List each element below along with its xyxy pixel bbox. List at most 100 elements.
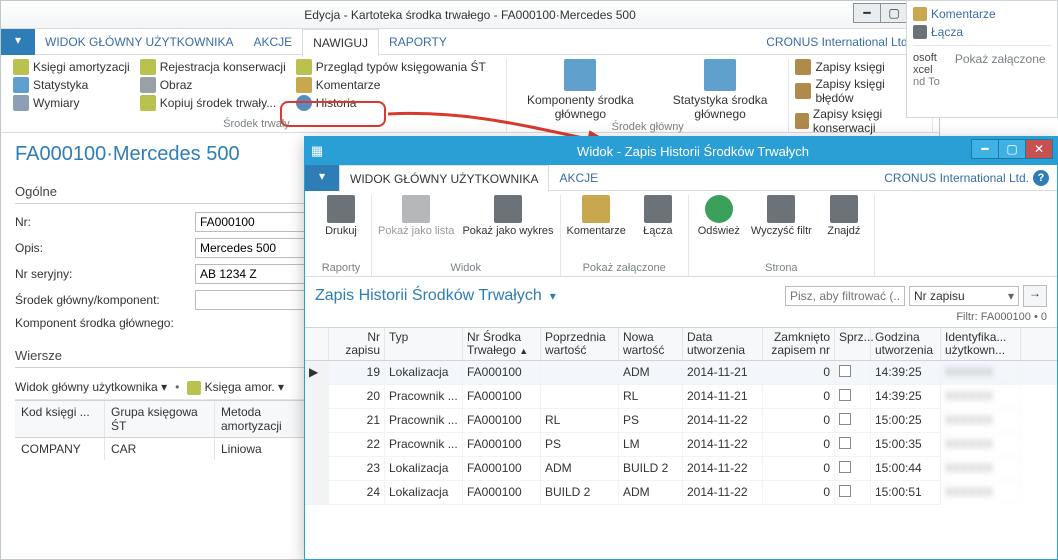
close-button[interactable]: ✕ [1025, 139, 1053, 159]
refresh-button[interactable]: Odśwież [695, 195, 743, 237]
history-window: ▦ Widok - Zapis Historii Środków Trwałyc… [304, 136, 1058, 560]
history-grid-row[interactable]: 21Pracownik ...FA000100RLPS2014-11-22015… [305, 409, 1057, 433]
history-grid-row[interactable]: 20Pracownik ...FA000100RL2014-11-21014:3… [305, 385, 1057, 409]
label: Łącza [643, 225, 672, 237]
show-as-chart-button[interactable]: Pokaż jako wykres [462, 195, 553, 237]
links-button[interactable]: Łącza [634, 195, 682, 237]
label: Rejestracja konserwacji [160, 60, 286, 74]
row-handle[interactable] [305, 433, 329, 457]
picture-button[interactable]: Obraz [140, 77, 286, 93]
cell-type: Pracownik ... [385, 409, 463, 433]
cell-sold[interactable] [835, 433, 871, 457]
label: Komentarze [931, 7, 996, 21]
cell: COMPANY [15, 438, 105, 460]
depreciation-books-button[interactable]: Księgi amortyzacji [13, 59, 130, 75]
posting-types-overview-button[interactable]: Przegląd typów księgowania ŚT [296, 59, 486, 75]
history-tab-home[interactable]: WIDOK GŁÓWNY UŻYTKOWNIKA [339, 165, 549, 193]
find-button[interactable]: Znajdź [820, 195, 868, 237]
print-button[interactable]: Drukuj [317, 195, 365, 237]
maintenance-registration-button[interactable]: Rejestracja konserwacji [140, 59, 286, 75]
row-handle[interactable]: ▶ [305, 361, 329, 385]
print-icon [327, 195, 355, 223]
minimize-button[interactable]: ━ [971, 139, 999, 159]
row-handle[interactable] [305, 481, 329, 505]
chevron-down-icon[interactable]: ▾ [550, 289, 556, 303]
toolbar-book-menu[interactable]: Księga amor. ▾ [187, 380, 284, 395]
comments-button[interactable]: Komentarze [296, 77, 486, 93]
minimize-button[interactable]: ━ [853, 3, 881, 23]
link-icon [913, 25, 927, 39]
cell: CAR [105, 438, 215, 460]
picture-icon [140, 77, 156, 93]
cell-sold[interactable] [835, 481, 871, 505]
tab-reports[interactable]: RAPORTY [379, 29, 457, 55]
history-app-menu[interactable]: ▾ [305, 165, 339, 191]
cell-sold[interactable] [835, 457, 871, 481]
input-no[interactable] [195, 212, 315, 232]
label-description: Opis: [15, 241, 195, 255]
excel-comments[interactable]: Komentarze [913, 7, 1051, 21]
help-icon[interactable]: ? [1033, 170, 1049, 186]
filter-column-select[interactable]: Nr zapisu ▾ [909, 286, 1019, 306]
toolbar-view-menu[interactable]: Widok główny użytkownika ▾ [15, 380, 167, 394]
col-sold[interactable]: Sprz... [835, 328, 871, 360]
col-entry-no[interactable]: Nr zapisu [329, 328, 385, 360]
group-title-fixed-asset: Środek trwały [13, 118, 500, 132]
input-description[interactable] [195, 238, 315, 258]
col-book-code[interactable]: Kod księgi ... [15, 401, 105, 437]
filter-input[interactable] [785, 286, 905, 306]
label: Zapisy księgi [815, 60, 884, 74]
filter-go-button[interactable]: → [1023, 285, 1047, 307]
history-grid-row[interactable]: ▶19LokalizacjaFA000100ADM2014-11-21014:3… [305, 361, 1057, 385]
stats-icon [13, 77, 29, 93]
window-title: Edycja - Kartoteka środka trwałego - FA0… [304, 8, 636, 22]
comment-icon [582, 195, 610, 223]
col-created-date[interactable]: Data utworzenia [683, 328, 763, 360]
cell-sold[interactable] [835, 361, 871, 385]
history-grid-row[interactable]: 23LokalizacjaFA000100ADMBUILD 22014-11-2… [305, 457, 1057, 481]
cell-new: LM [619, 433, 683, 457]
col-new-value[interactable]: Nowa wartość [619, 328, 683, 360]
row-handle[interactable] [305, 409, 329, 433]
cell-sold[interactable] [835, 409, 871, 433]
cell-time: 14:39:25 [871, 385, 941, 409]
history-grid-row[interactable]: 24LokalizacjaFA000100BUILD 2ADM2014-11-2… [305, 481, 1057, 505]
maximize-button[interactable]: ▢ [880, 3, 908, 23]
col-user-id[interactable]: Identyfika... użytkown... [941, 328, 1021, 360]
tab-actions[interactable]: AKCJE [243, 29, 302, 55]
col-closed-by[interactable]: Zamknięto zapisem nr [763, 328, 835, 360]
maximize-button[interactable]: ▢ [998, 139, 1026, 159]
excel-links[interactable]: Łącza [913, 25, 1051, 39]
cell-fa-no: FA000100 [463, 457, 541, 481]
main-asset-components-button[interactable]: Komponenty środka głównego [513, 59, 648, 121]
row-handle[interactable] [305, 457, 329, 481]
history-tab-actions[interactable]: AKCJE [549, 165, 608, 191]
history-button[interactable]: Historia [296, 95, 486, 111]
tab-navigate[interactable]: NAWIGUJ [302, 29, 379, 57]
input-main-component[interactable] [195, 290, 315, 310]
dimensions-button[interactable]: Wymiary [13, 95, 130, 111]
comments-button[interactable]: Komentarze [567, 195, 626, 237]
col-created-time[interactable]: Godzina utworzenia [871, 328, 941, 360]
statistics-button[interactable]: Statystyka [13, 77, 130, 93]
main-asset-statistics-button[interactable]: Statystyka środka głównego [658, 59, 783, 121]
cell-entry-no: 22 [329, 433, 385, 457]
history-grid-row[interactable]: 22Pracownik ...FA000100PSLM2014-11-22015… [305, 433, 1057, 457]
group-title: Widok [378, 262, 554, 276]
label: Nr zapisu [914, 289, 965, 303]
copy-fa-button[interactable]: Kopiuj środek trwały... [140, 95, 286, 111]
col-type[interactable]: Typ [385, 328, 463, 360]
show-as-list-button[interactable]: Pokaż jako lista [378, 195, 454, 237]
col-posting-group[interactable]: Grupa księgowa ŚT [105, 401, 215, 437]
col-fa-no[interactable]: Nr Środka Trwałego ▲ [463, 328, 541, 360]
row-handle[interactable] [305, 385, 329, 409]
tab-home[interactable]: WIDOK GŁÓWNY UŻYTKOWNIKA [35, 29, 243, 55]
cell-fa-no: FA000100 [463, 385, 541, 409]
cell-date: 2014-11-21 [683, 361, 763, 385]
app-menu[interactable]: ▾ [1, 29, 35, 55]
input-serial[interactable] [195, 264, 315, 284]
cell-sold[interactable] [835, 385, 871, 409]
col-depr-method[interactable]: Metoda amortyzacji [215, 401, 315, 437]
col-prev-value[interactable]: Poprzednia wartość [541, 328, 619, 360]
clear-filter-button[interactable]: Wyczyść filtr [751, 195, 812, 237]
